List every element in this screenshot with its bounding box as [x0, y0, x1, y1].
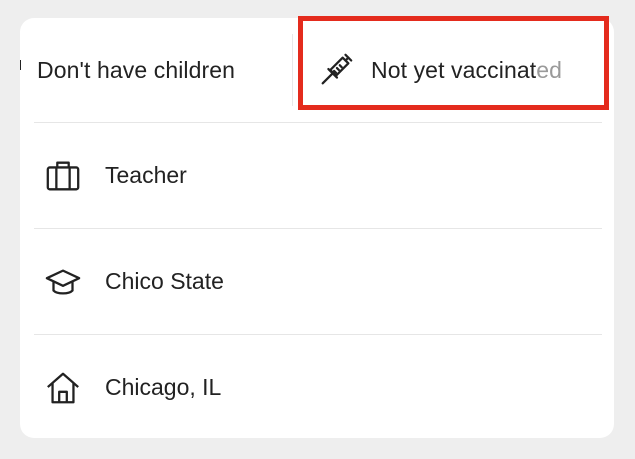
truncated-chip-edge	[20, 60, 21, 70]
list-item-hometown: Chicago, IL	[34, 334, 602, 438]
vaccination-label-fade: ed	[536, 56, 563, 83]
syringe-icon	[316, 50, 356, 90]
education-label: Chico State	[105, 268, 224, 294]
home-icon	[43, 368, 83, 408]
profile-chips-row: Don't have children Not yet vaccinated	[20, 18, 614, 122]
briefcase-icon	[43, 156, 83, 196]
list-item-occupation: Teacher	[34, 122, 602, 228]
vaccination-label-text: Not yet vaccinat	[371, 56, 537, 83]
vaccination-label: Not yet vaccinated	[371, 57, 562, 84]
chip-divider	[292, 34, 293, 106]
children-chip: Don't have children	[37, 18, 235, 122]
occupation-label: Teacher	[105, 162, 187, 188]
children-label: Don't have children	[37, 56, 236, 83]
profile-details-list: Teacher Chico State Chicago, IL	[34, 122, 602, 438]
vaccination-chip: Not yet vaccinated	[316, 18, 562, 122]
hometown-label: Chicago, IL	[105, 374, 222, 400]
profile-details-card: Don't have children Not yet vaccinated T…	[20, 18, 614, 438]
list-item-education: Chico State	[34, 228, 602, 334]
graduation-cap-icon	[43, 262, 83, 302]
